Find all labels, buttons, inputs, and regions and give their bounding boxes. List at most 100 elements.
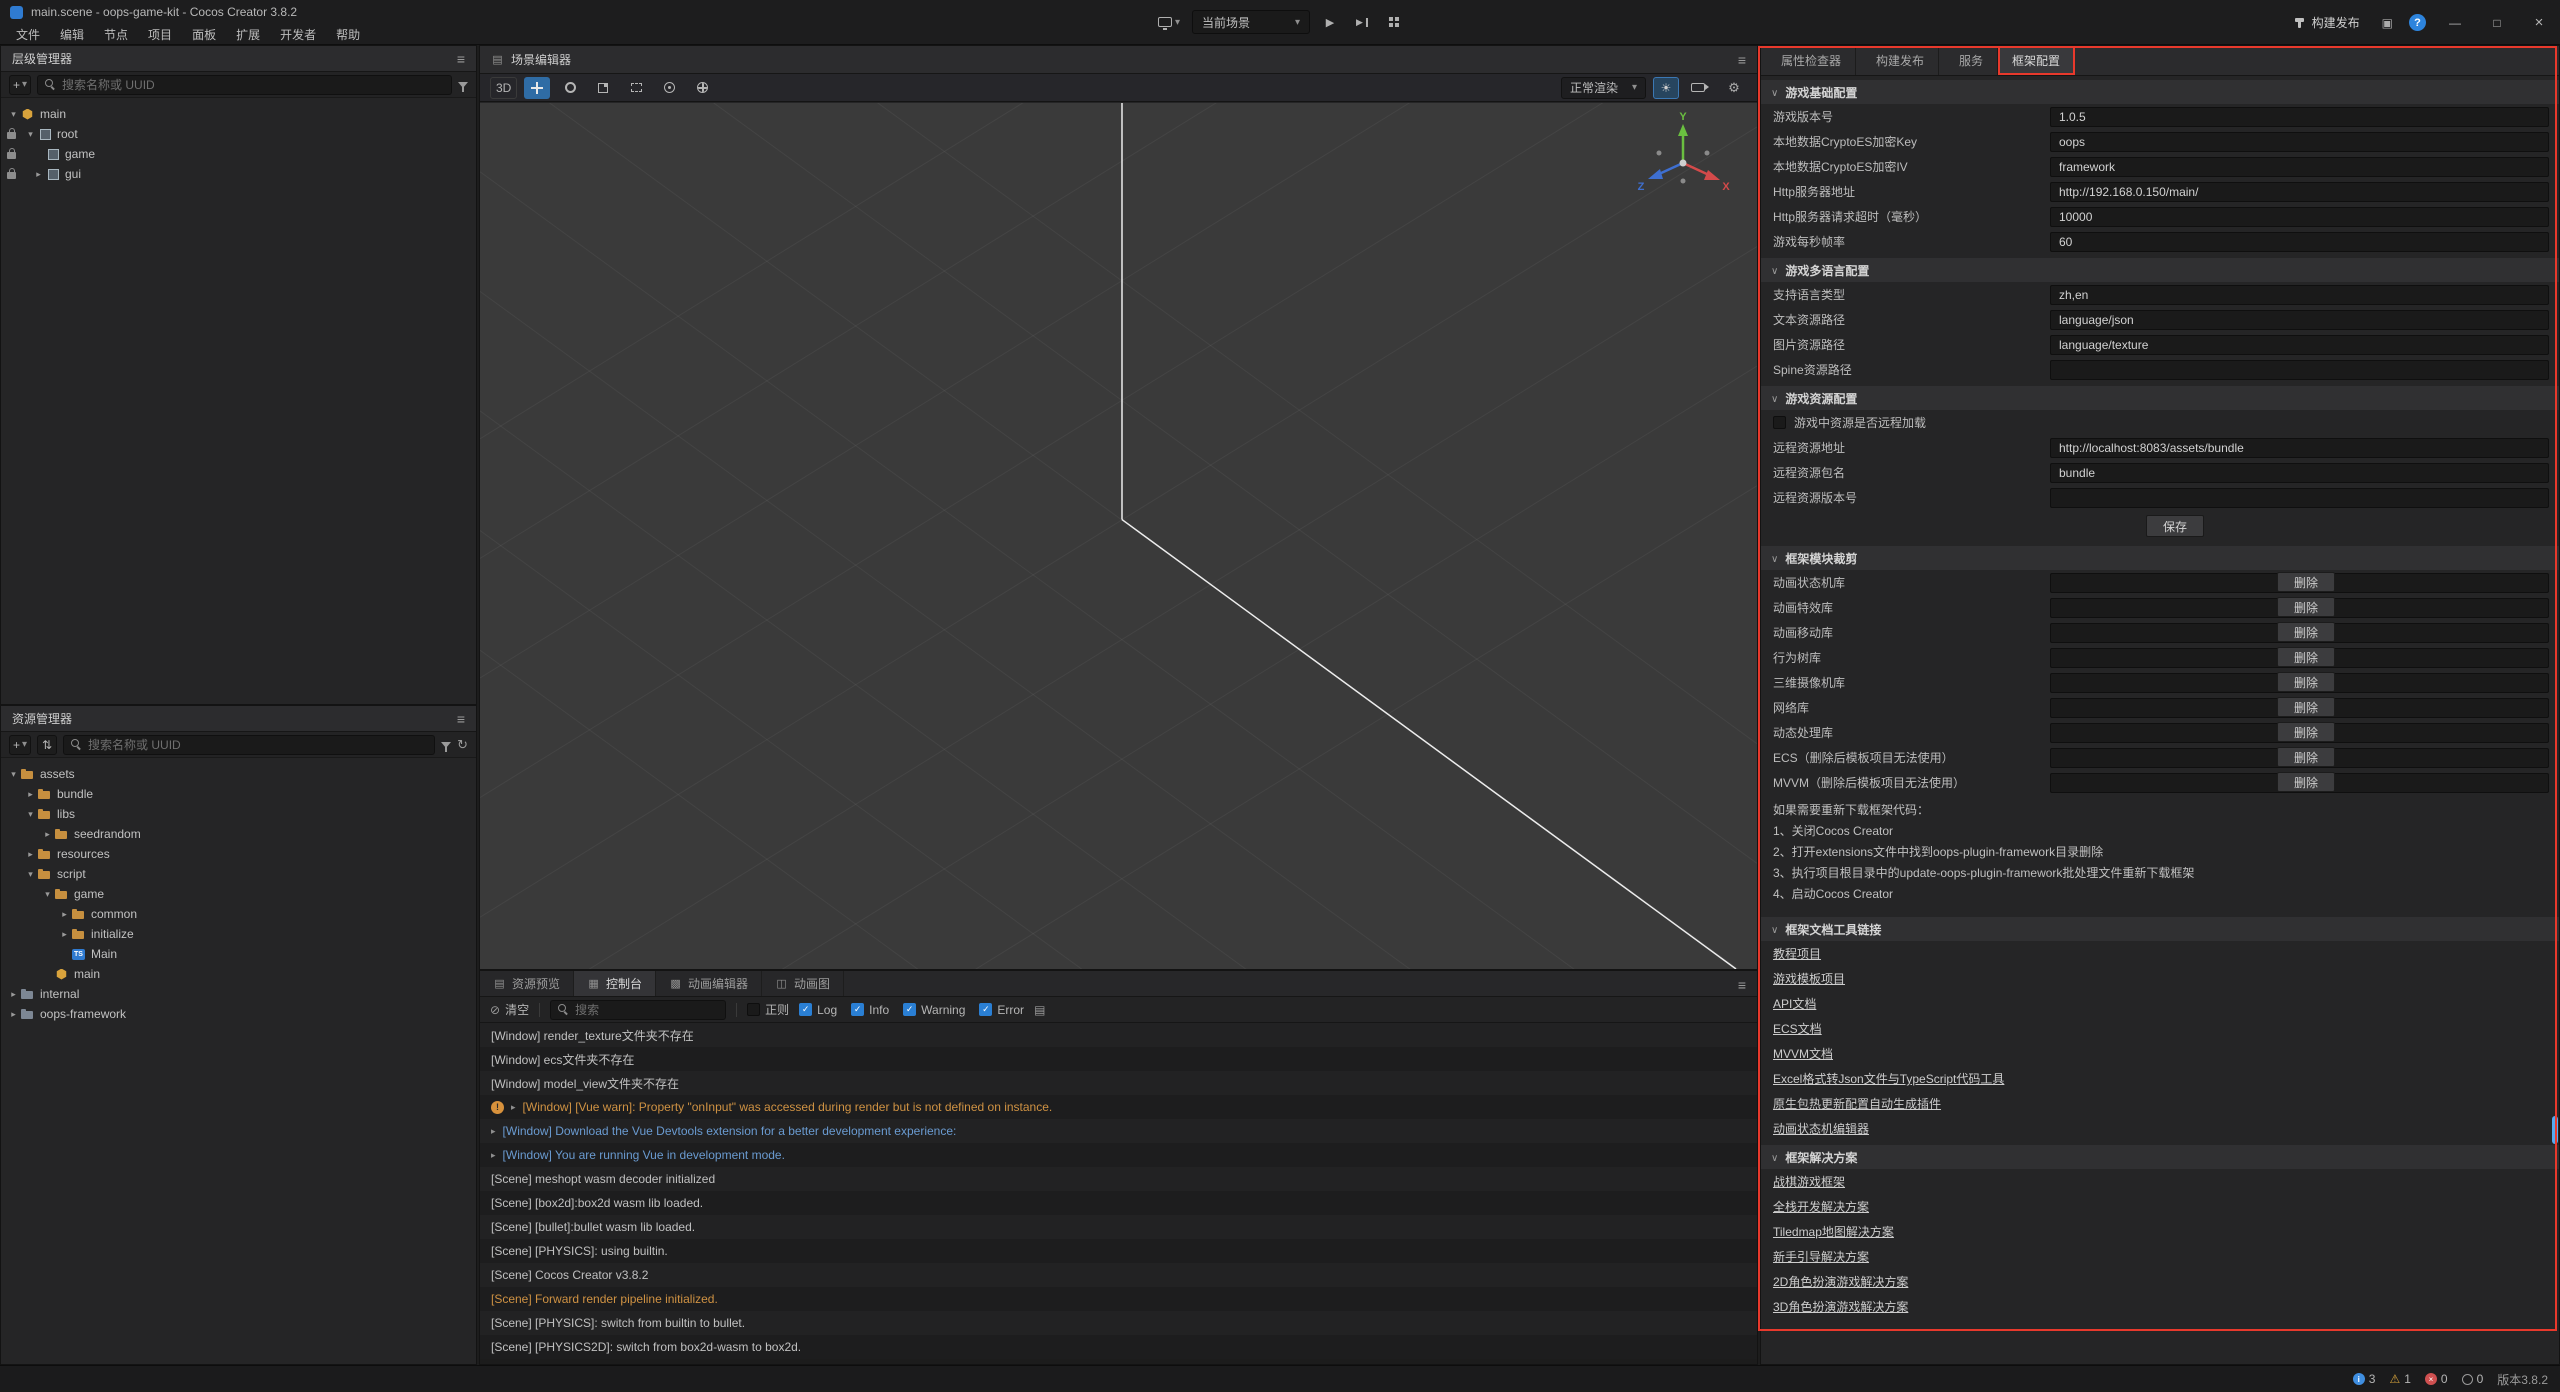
expand-chevron[interactable] <box>58 909 71 920</box>
delete-module-button[interactable]: 删除 <box>2277 622 2335 642</box>
regex-toggle[interactable]: 正则 <box>747 1001 789 1018</box>
solution-link[interactable]: 3D角色扮演游戏解决方案 <box>1773 1298 1908 1315</box>
asset-node[interactable]: libs <box>1 804 476 824</box>
delete-module-button[interactable]: 删除 <box>2277 672 2335 692</box>
delete-module-button[interactable]: 删除 <box>2277 597 2335 617</box>
solution-link[interactable]: 战棋游戏框架 <box>1773 1173 1845 1190</box>
doc-link[interactable]: 动画状态机编辑器 <box>1773 1120 1869 1137</box>
property-input[interactable] <box>2050 463 2549 483</box>
build-publish-button[interactable]: 构建发布 <box>2287 11 2366 34</box>
scale-tool[interactable] <box>590 77 616 99</box>
log-filter[interactable]: ✓ Info <box>851 1003 889 1017</box>
close-button[interactable] <box>2526 10 2552 36</box>
inspector-tab[interactable]: 框架配置 <box>1998 46 2075 75</box>
lock-icon[interactable] <box>7 172 16 179</box>
asset-node[interactable]: oops-framework <box>1 1004 476 1024</box>
property-input[interactable] <box>2050 107 2549 127</box>
expand-chevron[interactable] <box>511 1102 516 1113</box>
asset-node[interactable]: script <box>1 864 476 884</box>
menu-item[interactable]: 节点 <box>94 24 138 44</box>
filter-checkbox[interactable]: ✓ <box>851 1003 864 1016</box>
maximize-button[interactable] <box>2484 10 2510 36</box>
property-input[interactable] <box>2050 285 2549 305</box>
panel-menu-icon[interactable] <box>1738 52 1746 68</box>
status-error-count[interactable]: 0 <box>2425 1372 2448 1386</box>
log-row[interactable]: [Window] Download the Vue Devtools exten… <box>480 1119 1757 1143</box>
expand-chevron[interactable] <box>491 1150 496 1161</box>
expand-chevron[interactable] <box>7 1009 20 1020</box>
expand-chevron[interactable] <box>24 809 37 820</box>
camera-settings-button[interactable] <box>1686 77 1714 99</box>
status-warning-count[interactable]: 1 <box>2389 1372 2410 1386</box>
solution-link[interactable]: 新手引导解决方案 <box>1773 1248 1869 1265</box>
clear-console-button[interactable]: 清空 <box>490 1001 529 1018</box>
console-tab[interactable]: 动画图 <box>762 971 844 996</box>
asset-node[interactable]: assets <box>1 764 476 784</box>
filter-icon[interactable] <box>458 82 468 88</box>
scene-select[interactable]: 当前场景 <box>1192 10 1310 34</box>
log-row[interactable]: [Scene] Cocos Creator v3.8.2 <box>480 1263 1757 1287</box>
inspector-tab[interactable]: 服务 <box>1939 46 1998 75</box>
asset-node[interactable]: common <box>1 904 476 924</box>
hierarchy-node[interactable]: game <box>1 144 476 164</box>
assets-search[interactable] <box>63 735 435 755</box>
asset-node[interactable]: main <box>1 964 476 984</box>
solution-link[interactable]: Tiledmap地图解决方案 <box>1773 1223 1894 1240</box>
asset-node[interactable]: resources <box>1 844 476 864</box>
assets-search-input[interactable] <box>88 738 427 752</box>
section-doc-links[interactable]: 框架文档工具链接 <box>1761 917 2559 941</box>
hierarchy-search[interactable] <box>37 75 452 95</box>
expand-chevron[interactable] <box>32 169 45 180</box>
view-gizmo[interactable]: Y X Z <box>1633 111 1733 211</box>
log-row[interactable]: [Scene] [box2d]:box2d wasm lib loaded. <box>480 1191 1757 1215</box>
inspector-tab[interactable]: 构建发布 <box>1856 46 1939 75</box>
menu-item[interactable]: 面板 <box>182 24 226 44</box>
expand-chevron[interactable] <box>24 129 37 140</box>
help-icon[interactable] <box>2409 14 2426 31</box>
console-tab[interactable]: 资源预览 <box>480 971 574 996</box>
minimize-button[interactable] <box>2442 10 2468 36</box>
lighting-toggle[interactable] <box>1653 77 1679 99</box>
status-notify-count[interactable]: 0 <box>2462 1372 2484 1386</box>
save-button[interactable]: 保存 <box>2146 515 2204 537</box>
console-search-input[interactable] <box>575 1003 718 1017</box>
expand-chevron[interactable] <box>58 929 71 940</box>
section-basic-config[interactable]: 游戏基础配置 <box>1761 80 2559 104</box>
expand-chevron[interactable] <box>7 989 20 1000</box>
hierarchy-search-input[interactable] <box>62 78 444 92</box>
log-row[interactable]: [Scene] meshopt wasm decoder initialized <box>480 1167 1757 1191</box>
log-filter[interactable]: ✓ Log <box>799 1003 837 1017</box>
delete-module-button[interactable]: 删除 <box>2277 772 2335 792</box>
property-input[interactable] <box>2050 232 2549 252</box>
property-input[interactable] <box>2050 207 2549 227</box>
log-row[interactable]: [Scene] [PHYSICS2D]: switch from box2d-w… <box>480 1335 1757 1359</box>
delete-module-button[interactable]: 删除 <box>2277 572 2335 592</box>
expand-chevron[interactable] <box>41 889 54 900</box>
export-log-icon[interactable] <box>1034 1003 1045 1017</box>
doc-link[interactable]: Excel格式转Json文件与TypeScript代码工具 <box>1773 1070 2004 1087</box>
log-filter[interactable]: ✓ Warning <box>903 1003 965 1017</box>
asset-node[interactable]: seedrandom <box>1 824 476 844</box>
scrollbar-thumb[interactable] <box>2552 1116 2558 1144</box>
panel-menu-icon[interactable] <box>1738 977 1746 993</box>
scene-viewport[interactable]: Y X Z <box>480 103 1757 969</box>
expand-chevron[interactable] <box>7 109 20 120</box>
menu-item[interactable]: 编辑 <box>50 24 94 44</box>
property-input[interactable] <box>2050 488 2549 508</box>
section-module-trim[interactable]: 框架模块裁剪 <box>1761 546 2559 570</box>
property-input[interactable] <box>2050 132 2549 152</box>
asset-node[interactable]: game <box>1 884 476 904</box>
play-button[interactable] <box>1318 10 1342 34</box>
property-input[interactable] <box>2050 310 2549 330</box>
doc-link[interactable]: ECS文档 <box>1773 1020 1822 1037</box>
filter-checkbox[interactable]: ✓ <box>799 1003 812 1016</box>
log-row[interactable]: [Scene] [PHYSICS]: switch from builtin t… <box>480 1311 1757 1335</box>
log-row[interactable]: [Window] ecs文件夹不存在 <box>480 1047 1757 1071</box>
rotate-tool[interactable] <box>557 77 583 99</box>
projection-toggle[interactable]: 3D <box>490 77 517 99</box>
delete-module-button[interactable]: 删除 <box>2277 647 2335 667</box>
lock-icon[interactable] <box>7 152 16 159</box>
console-search[interactable] <box>550 1000 726 1020</box>
tasks-icon[interactable] <box>2382 16 2393 30</box>
coordinate-toggle[interactable] <box>689 77 715 99</box>
